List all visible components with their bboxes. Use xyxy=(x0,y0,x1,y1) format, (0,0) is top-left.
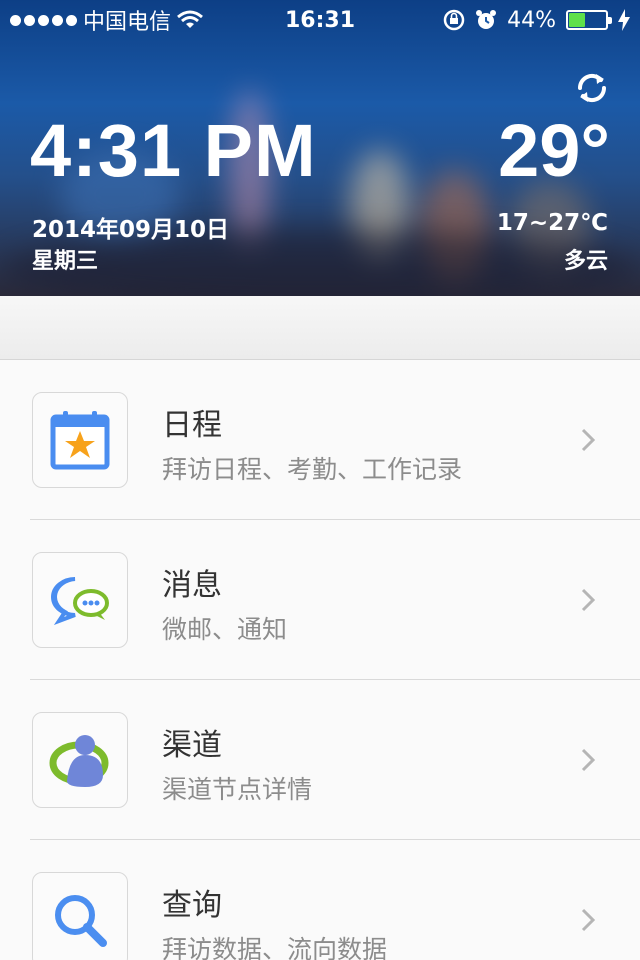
menu-item-schedule[interactable]: 日程 拜访日程、考勤、工作记录 xyxy=(0,360,640,520)
menu-list: 日程 拜访日程、考勤、工作记录 消息 微邮、通知 渠道 渠道节点详情 查询 拜访… xyxy=(0,360,640,960)
menu-item-subtitle: 微邮、通知 xyxy=(162,615,288,644)
weather-condition: 多云 xyxy=(563,249,608,274)
clock-time: 4:31 PM xyxy=(30,109,317,192)
weekday-label: 星期三 xyxy=(32,249,99,274)
chevron-right-icon xyxy=(581,748,596,772)
menu-item-subtitle: 渠道节点详情 xyxy=(162,775,313,804)
chevron-right-icon xyxy=(581,588,596,612)
menu-item-channels[interactable]: 渠道 渠道节点详情 xyxy=(0,680,640,840)
temperature-range: 17~27℃ xyxy=(496,210,608,236)
chat-bubbles-icon xyxy=(32,552,128,648)
menu-item-subtitle: 拜访数据、流向数据 xyxy=(162,935,388,960)
search-icon xyxy=(32,872,128,960)
chevron-right-icon xyxy=(581,428,596,452)
menu-item-title: 消息 xyxy=(162,568,222,603)
menu-item-title: 渠道 xyxy=(162,728,222,763)
menu-item-messages[interactable]: 消息 微邮、通知 xyxy=(0,520,640,680)
channel-person-icon xyxy=(32,712,128,808)
menu-item-title: 查询 xyxy=(162,888,222,923)
current-temperature: 29° xyxy=(498,109,610,192)
chevron-right-icon xyxy=(581,908,596,932)
battery-icon xyxy=(566,10,612,30)
battery-level xyxy=(569,13,585,27)
menu-item-title: 日程 xyxy=(162,408,222,443)
section-bar xyxy=(0,296,640,360)
menu-item-query[interactable]: 查询 拜访数据、流向数据 xyxy=(0,840,640,960)
refresh-icon[interactable] xyxy=(574,70,610,106)
status-time: 16:31 xyxy=(284,7,356,33)
weather-header: 中国电信 16:31 44% 4:31 PM 29° 2014年09月10日 星… xyxy=(0,0,640,296)
calendar-star-icon xyxy=(32,392,128,488)
date-label: 2014年09月10日 xyxy=(32,217,230,243)
status-bar: 中国电信 16:31 44% xyxy=(0,0,640,40)
menu-item-subtitle: 拜访日程、考勤、工作记录 xyxy=(162,455,463,484)
